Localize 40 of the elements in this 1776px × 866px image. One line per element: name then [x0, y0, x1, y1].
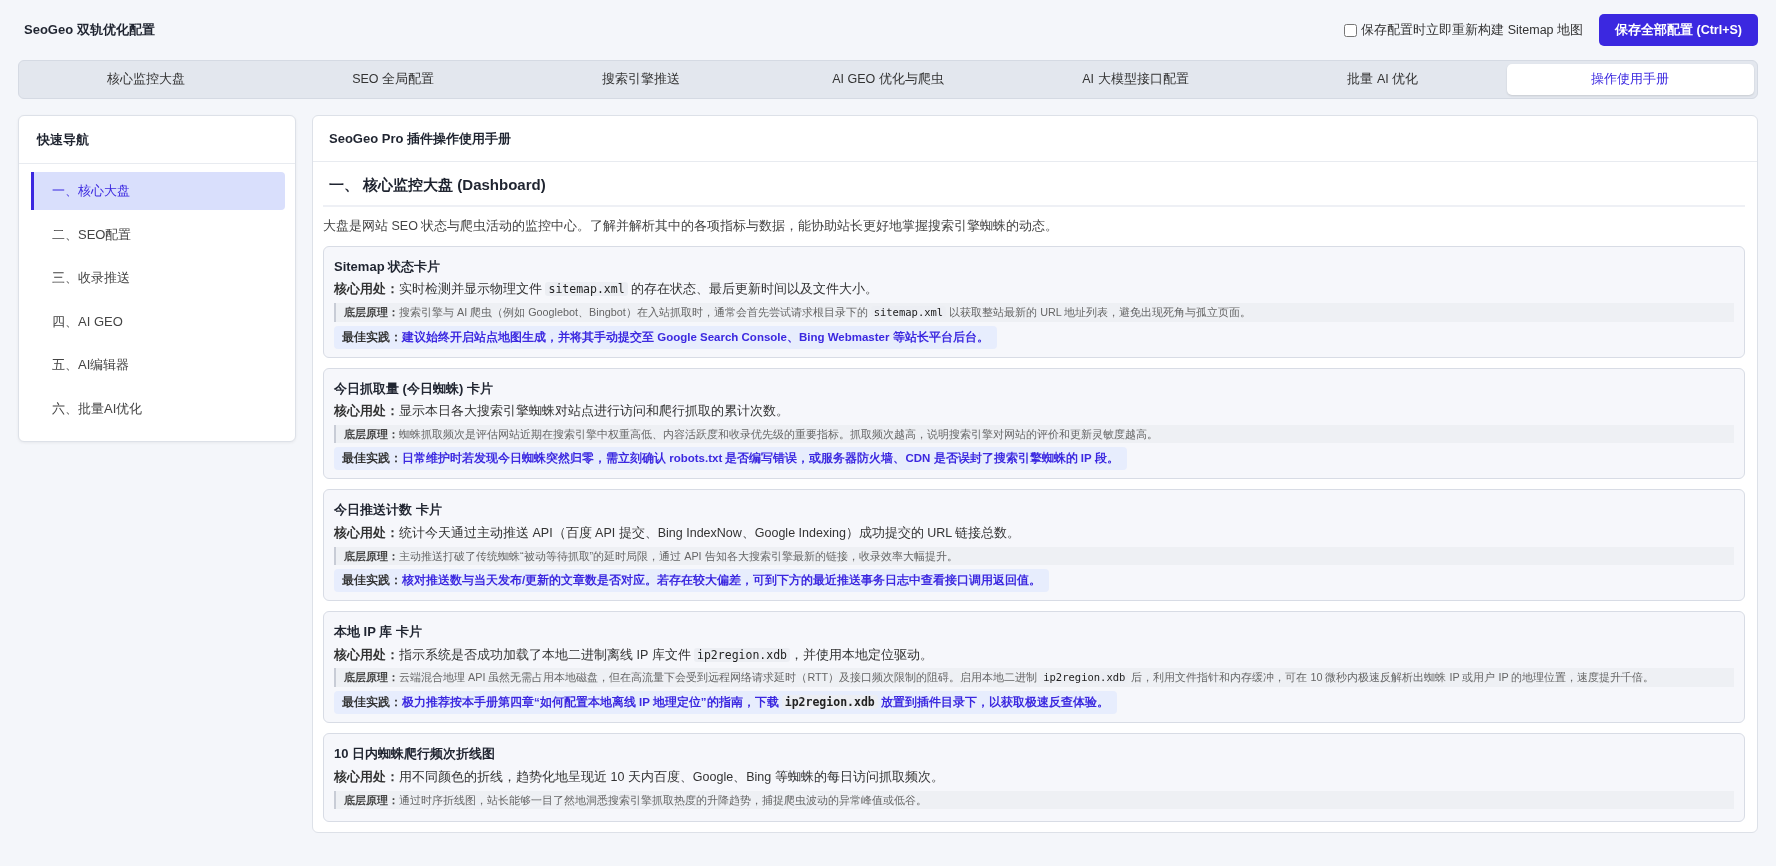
panel-title: SeoGeo Pro 插件操作使用手册	[313, 115, 1757, 163]
card-title: 本地 IP 库 卡片	[334, 623, 423, 642]
best-practice-note: 最佳实践：极力推荐按本手册第四章“如何配置本地离线 IP 地理定位”的指南，下载 ip2region.xdb 放置到插件目录下，以获取极速反查体验。	[334, 691, 1117, 715]
usage-text: 核心用处：显示本日各大搜索引擎蜘蛛对站点进行访问和爬行抓取的累计次数。	[334, 403, 790, 421]
rebuild-label: 保存配置时立即重新构建 Sitemap 地图	[1361, 21, 1584, 39]
sidebar-item[interactable]: 三、收录推送	[31, 259, 285, 297]
card-title: Sitemap 状态卡片	[334, 257, 442, 276]
sidebar-item[interactable]: 五、AI编辑器	[31, 346, 285, 384]
best-practice-note: 最佳实践：建议始终开启站点地图生成，并将其手动提交至 Google Search Console、Bing Webmaster 等站长平台后台。	[334, 325, 997, 349]
tab[interactable]: 操作使用手册	[1506, 64, 1754, 95]
principle-note: 底层原理：云端混合地理 API 虽然无需占用本地磁盘，但在高流量下会受到远程网络请求延时（RTT）及接口频次限制的阻碍。启用本地二进制 ip2region.xdb 后，利用文件指针和内存缓冲，可在 10 微秒内极速反解析出蜘蛛 IP 或用户 IP 的地理位置，速度提升千倍。	[334, 668, 1734, 688]
intro-paragraph: 大盘是网站 SEO 状态与爬虫活动的监控中心。了解并解析其中的各项指标与数据，能协助站长更好地掌握搜索引擎蜘蛛的动态。	[323, 217, 1060, 235]
sidebar-item[interactable]: 一、核心大盘	[31, 172, 285, 210]
rebuild-checkbox[interactable]	[1344, 23, 1358, 37]
principle-note: 底层原理：搜索引擎与 AI 爬虫（例如 Googlebot、Bingbot）在入站抓取时，通常会首先尝试请求根目录下的 sitemap.xml 以获取整站最新的 URL 地址列表，避免出现死角与孤立页面。	[334, 302, 1734, 322]
app-title: SeoGeo 双轨优化配置	[23, 21, 155, 40]
best-practice-note: 最佳实践：日常维护时若发现今日蜘蛛突然归零，需立刻确认 robots.txt 是否编写错误，或服务器防火墙、CDN 是否误封了搜索引擎蜘蛛的 IP 段。	[334, 447, 1127, 471]
sidebar-item[interactable]: 六、批量AI优化	[31, 389, 285, 428]
usage-text: 核心用处：实时检测并显示物理文件 sitemap.xml 的存在状态、最后更新时间以及文件大小。	[334, 281, 880, 298]
principle-note: 底层原理：蜘蛛抓取频次是评估网站近期在搜索引擎中权重高低、内容活跃度和收录优先级的重要指标。抓取频次越高，说明搜索引擎对网站的评价和更新灵敏度越高。	[334, 425, 1734, 444]
usage-text: 核心用处：统计今天通过主动推送 API（百度 API 提交、Bing IndexNow、Google Indexing）成功提交的 URL 链接总数。	[334, 524, 1022, 542]
save-button[interactable]: 保存全部配置 (Ctrl+S)	[1599, 13, 1758, 47]
tab[interactable]: AI 大模型接口配置	[1011, 64, 1260, 95]
principle-note: 底层原理：通过时序折线图，站长能够一目了然地洞悉搜索引擎抓取热度的升降趋势，捕捉爬虫波动的异常峰值或低谷。	[334, 790, 1734, 809]
usage-text: 核心用处：指示系统是否成功加载了本地二进制离线 IP 库文件 ip2region.xdb ，并使用本地定位驱动。	[334, 646, 935, 664]
principle-note: 底层原理：主动推送打破了传统蜘蛛“被动等待抓取”的延时局限，通过 API 告知各大搜索引擎最新的链接，收录效率大幅提升。	[334, 546, 1734, 565]
card-title: 今日推送计数 卡片	[334, 501, 443, 520]
tab[interactable]: 核心监控大盘	[22, 64, 270, 95]
card-title: 今日抓取量 (今日蜘蛛) 卡片	[334, 379, 494, 398]
tab[interactable]: SEO 全局配置	[269, 64, 517, 95]
sidebar-title: 快速导航	[19, 115, 295, 165]
section-heading: 一、 核心监控大盘 (Dashboard)	[323, 172, 1745, 207]
best-practice-note: 最佳实践：核对推送数与当天发布/更新的文章数是否对应。若存在较大偏差，可到下方的最近推送事务日志中查看接口调用返回值。	[334, 568, 1050, 593]
tab[interactable]: 批量 AI 优化	[1259, 64, 1507, 95]
tab[interactable]: 搜索引擎推送	[516, 64, 765, 95]
usage-text: 核心用处：用不同颜色的折线，趋势化地呈现近 10 天内百度、Google、Bing 等蜘蛛的每日访问抓取频次。	[334, 768, 945, 786]
sidebar-item[interactable]: 二、SEO配置	[31, 215, 285, 254]
sidebar-item[interactable]: 四、AI GEO	[31, 302, 285, 341]
tab[interactable]: AI GEO 优化与爬虫	[764, 64, 1012, 95]
card-title: 10 日内蜘蛛爬行频次折线图	[334, 745, 497, 764]
